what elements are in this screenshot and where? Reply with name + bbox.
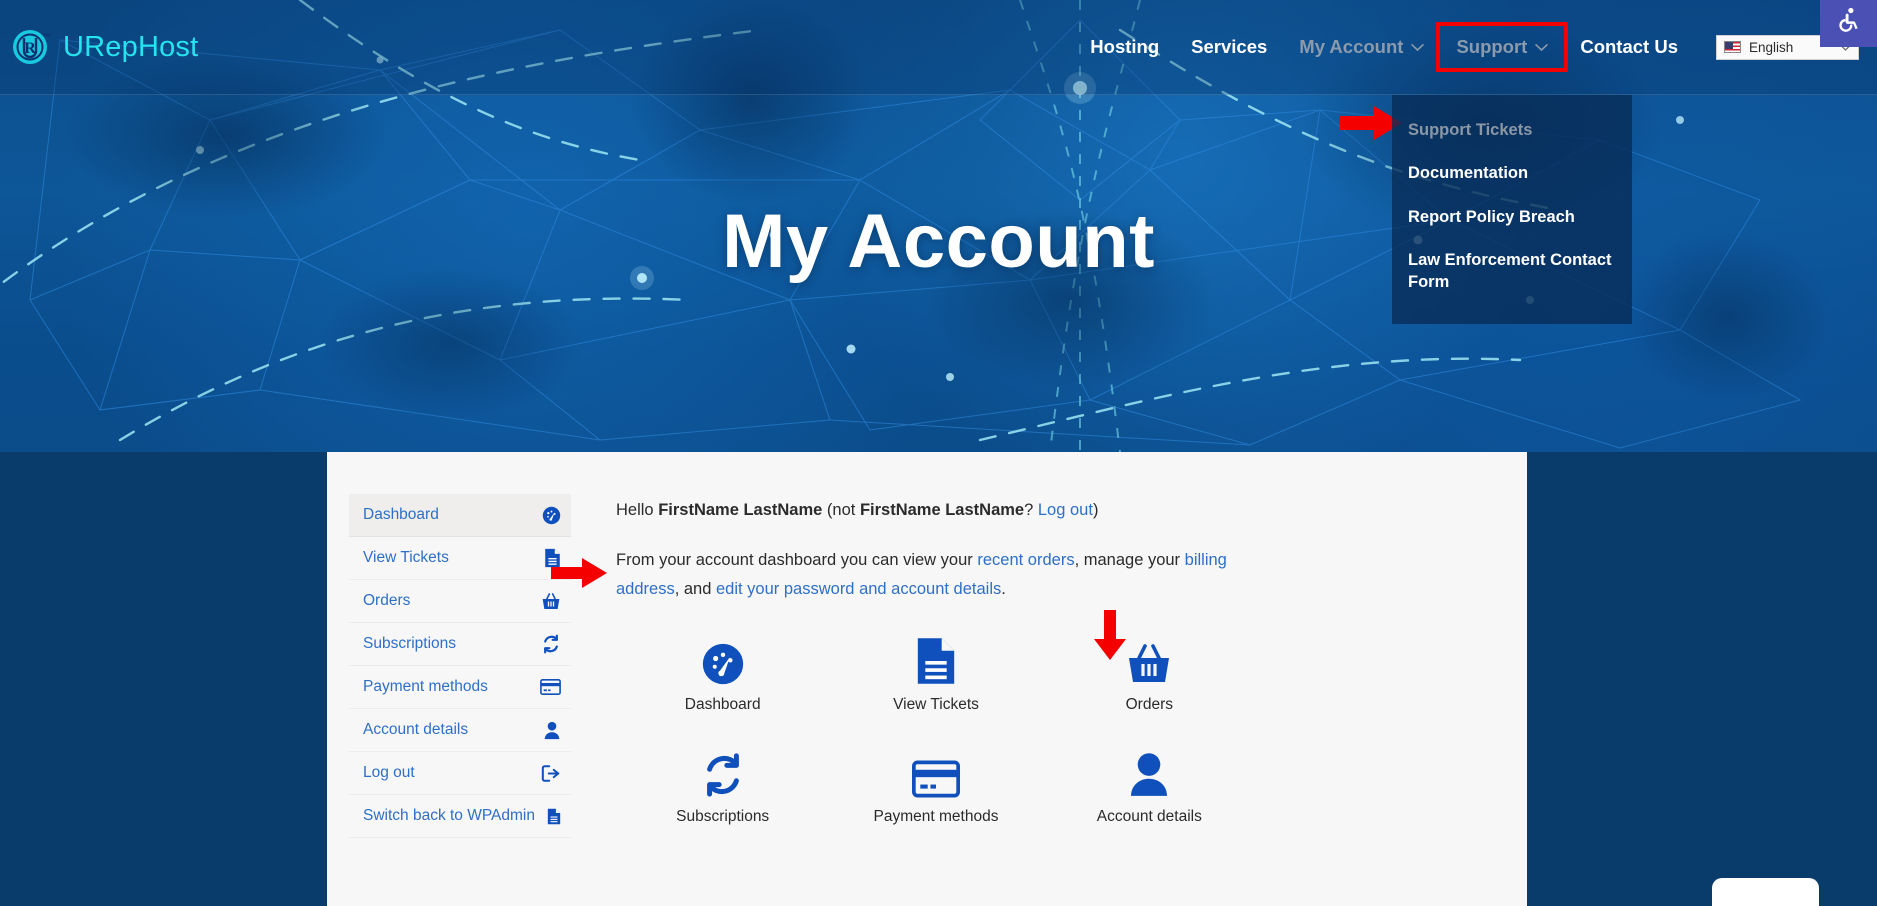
chat-widget-launcher[interactable]: [1712, 878, 1819, 906]
document-icon: [915, 634, 957, 686]
dropdown-item-law-enforcement-contact-form[interactable]: Law Enforcement Contact Form: [1392, 239, 1632, 304]
person-icon: [1128, 746, 1170, 798]
page-root: R TM URepHost Hosting Services My Accoun…: [0, 0, 1877, 906]
tile-subscriptions[interactable]: Subscriptions: [616, 746, 829, 826]
credit-card-icon: [535, 679, 561, 695]
dropdown-item-support-tickets[interactable]: Support Tickets: [1392, 109, 1632, 152]
brand-logo[interactable]: R TM URepHost: [10, 27, 198, 67]
dashboard-gauge-icon: [535, 506, 561, 525]
person-icon: [535, 721, 561, 740]
tile-view-tickets[interactable]: View Tickets: [829, 634, 1042, 714]
intro-part-4: .: [1001, 579, 1006, 598]
greeting-not-open: (not: [822, 501, 860, 519]
accessibility-button[interactable]: [1820, 0, 1877, 47]
chevron-down-icon: [1411, 43, 1425, 52]
sidebar-item-account-details[interactable]: Account details: [349, 709, 571, 752]
dropdown-item-label: Documentation: [1408, 164, 1529, 183]
wheelchair-accessibility-icon: [1834, 6, 1864, 41]
sidebar-item-view-tickets[interactable]: View Tickets: [349, 537, 571, 580]
greeting-line: Hello FirstName LastName (not FirstName …: [616, 496, 1487, 525]
sidebar-item-orders[interactable]: Orders: [349, 580, 571, 623]
sidebar-item-label: Subscriptions: [363, 635, 457, 652]
refresh-cycle-icon: [700, 746, 746, 798]
tile-label: View Tickets: [893, 695, 979, 713]
dropdown-item-documentation[interactable]: Documentation: [1392, 152, 1632, 195]
nav-item-my-account[interactable]: My Account: [1283, 30, 1440, 64]
account-dashboard-card: Dashboard View Tickets Orders Subscripti…: [327, 452, 1527, 906]
nav-label: Contact Us: [1580, 36, 1678, 57]
site-header: R TM URepHost Hosting Services My Accoun…: [0, 0, 1877, 95]
sidebar-item-log-out[interactable]: Log out: [349, 752, 571, 795]
document-icon: [535, 808, 561, 825]
sidebar-item-label: Switch back to WPAdmin: [363, 807, 535, 824]
nav-label: Support: [1456, 36, 1528, 57]
sidebar-item-label: Orders: [363, 592, 411, 609]
dropdown-item-label: Support Tickets: [1408, 121, 1533, 139]
recent-orders-link[interactable]: recent orders: [977, 551, 1074, 569]
dropdown-item-label: Law Enforcement Contact Form: [1408, 251, 1612, 291]
intro-part-1: From your account dashboard you can view…: [616, 550, 978, 569]
edit-account-details-link[interactable]: edit your password and account details: [716, 580, 1001, 598]
tile-label: Dashboard: [684, 695, 761, 713]
refresh-cycle-icon: [535, 634, 561, 654]
arrow-to-view-tickets-sidebar-icon: [551, 558, 607, 593]
tile-label: Payment methods: [873, 807, 999, 825]
sidebar-item-label: Payment methods: [363, 678, 488, 695]
chevron-down-icon: [1535, 43, 1549, 52]
nav-label: Hosting: [1090, 36, 1160, 57]
sidebar-item-label: View Tickets: [363, 549, 449, 566]
tile-label: Subscriptions: [676, 807, 770, 825]
logout-link[interactable]: Log out: [1038, 501, 1093, 519]
arrow-to-view-tickets-tile-icon: [1094, 610, 1126, 665]
greeting-hello: Hello: [616, 501, 659, 519]
sidebar-item-switch-back-to-wpadmin[interactable]: Switch back to WPAdmin: [349, 795, 571, 838]
basket-icon: [535, 592, 561, 611]
support-dropdown-menu: Support Tickets Documentation Report Pol…: [1392, 95, 1632, 325]
sidebar-item-label: Account details: [363, 721, 469, 738]
dashboard-gauge-icon: [701, 634, 745, 686]
sidebar-item-subscriptions[interactable]: Subscriptions: [349, 623, 571, 666]
basket-icon: [1125, 634, 1173, 686]
us-flag-icon: [1724, 41, 1741, 53]
sidebar-item-dashboard[interactable]: Dashboard: [349, 494, 571, 537]
nav-item-hosting[interactable]: Hosting: [1074, 30, 1175, 64]
greeting-not-name: FirstName LastName: [859, 501, 1025, 519]
credit-card-icon: [911, 746, 960, 798]
nav-label: Services: [1191, 36, 1268, 57]
nav-item-services[interactable]: Services: [1175, 30, 1283, 64]
svg-text:R: R: [24, 40, 36, 57]
greeting-name: FirstName LastName: [658, 501, 823, 519]
greeting-question: ?: [1024, 501, 1038, 519]
tile-label: Orders: [1125, 695, 1173, 713]
account-tile-grid: Dashboard View Tickets Orders Subscripti…: [616, 634, 1256, 826]
svg-text:TM: TM: [43, 33, 50, 39]
language-value: English: [1749, 39, 1794, 55]
account-sidebar: Dashboard View Tickets Orders Subscripti…: [349, 494, 571, 838]
intro-part-3: , and: [674, 579, 716, 598]
brand-name: URepHost: [63, 30, 199, 63]
greeting-close: ): [1092, 501, 1099, 519]
intro-part-2: , manage your: [1074, 550, 1185, 569]
sidebar-item-label: Dashboard: [363, 506, 439, 523]
tile-account-details[interactable]: Account details: [1043, 746, 1256, 826]
main-navigation: Hosting Services My Account Support Cont…: [1074, 22, 1694, 72]
sidebar-item-payment-methods[interactable]: Payment methods: [349, 666, 571, 709]
dropdown-item-label: Report Policy Breach: [1408, 207, 1575, 226]
tile-orders[interactable]: Orders: [1043, 634, 1256, 714]
nav-label: My Account: [1299, 36, 1404, 57]
sidebar-item-label: Log out: [363, 764, 415, 781]
tile-label: Account details: [1096, 807, 1202, 825]
logout-icon: [535, 764, 561, 783]
account-content: Hello FirstName LastName (not FirstName …: [571, 494, 1527, 838]
nav-item-support[interactable]: Support: [1436, 22, 1569, 72]
dropdown-item-report-policy-breach[interactable]: Report Policy Breach: [1392, 196, 1632, 239]
urephost-circle-r-logo-icon: R TM: [10, 27, 50, 67]
tile-dashboard[interactable]: Dashboard: [616, 634, 829, 714]
nav-item-contact-us[interactable]: Contact Us: [1564, 30, 1694, 64]
tile-payment-methods[interactable]: Payment methods: [829, 746, 1042, 826]
intro-paragraph: From your account dashboard you can view…: [616, 546, 1256, 604]
